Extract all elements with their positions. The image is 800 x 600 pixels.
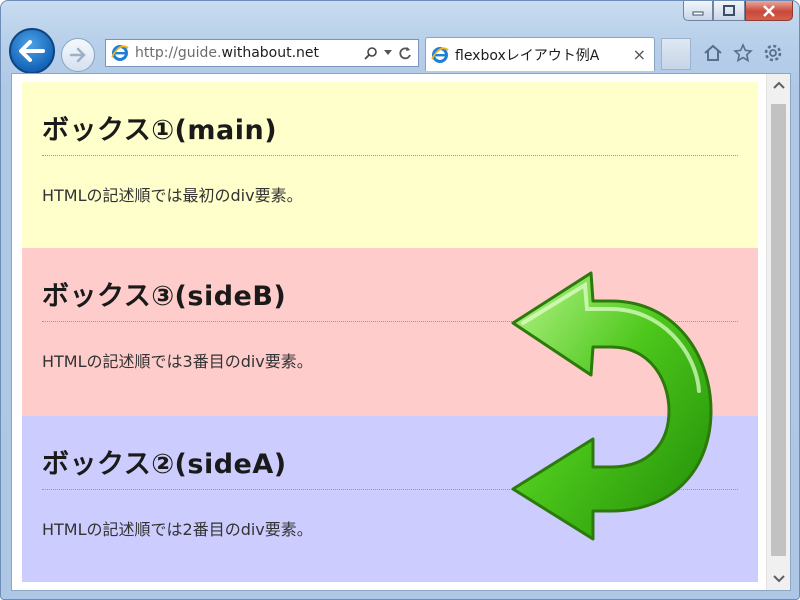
tab-title: flexboxレイアウト例A (455, 47, 600, 64)
navigation-bar: http://guide.withabout.net flexboxレイアウト例… (1, 27, 799, 75)
ie-logo-icon (431, 46, 449, 63)
ie-logo-icon (111, 45, 129, 61)
browser-window: http://guide.withabout.net flexboxレイアウト例… (0, 0, 800, 600)
search-icon[interactable] (364, 46, 378, 60)
refresh-icon[interactable] (398, 46, 412, 60)
dropdown-icon[interactable] (384, 50, 392, 56)
star-icon[interactable] (733, 43, 753, 63)
scroll-up-button[interactable] (767, 74, 790, 96)
forward-button[interactable] (61, 38, 95, 72)
chevron-down-icon (772, 575, 785, 583)
address-bar[interactable]: http://guide.withabout.net (105, 39, 419, 67)
forward-arrow-icon (69, 47, 86, 63)
scroll-thumb[interactable] (771, 104, 786, 556)
chevron-up-icon (772, 81, 785, 89)
maximize-button[interactable] (713, 1, 745, 21)
home-icon[interactable] (703, 43, 723, 63)
tab-active[interactable]: flexboxレイアウト例A × (425, 37, 655, 71)
box-main: ボックス①(main) HTMLの記述順では最初のdiv要素。 (22, 82, 758, 248)
back-arrow-icon (19, 40, 45, 62)
swap-arrow-icon (511, 271, 713, 541)
tab-close-button[interactable]: × (633, 45, 646, 64)
scroll-down-button[interactable] (767, 568, 790, 590)
box-text: HTMLの記述順では最初のdiv要素。 (42, 186, 303, 205)
back-button[interactable] (9, 28, 55, 74)
minimize-button[interactable] (683, 1, 713, 21)
address-url[interactable]: http://guide.withabout.net (135, 45, 319, 61)
vertical-scrollbar[interactable] (766, 74, 790, 590)
caption-buttons (683, 1, 793, 21)
box-heading: ボックス①(main) (42, 82, 738, 156)
close-button[interactable] (745, 1, 793, 21)
gear-icon[interactable] (763, 43, 783, 63)
new-tab-button[interactable] (661, 38, 691, 70)
